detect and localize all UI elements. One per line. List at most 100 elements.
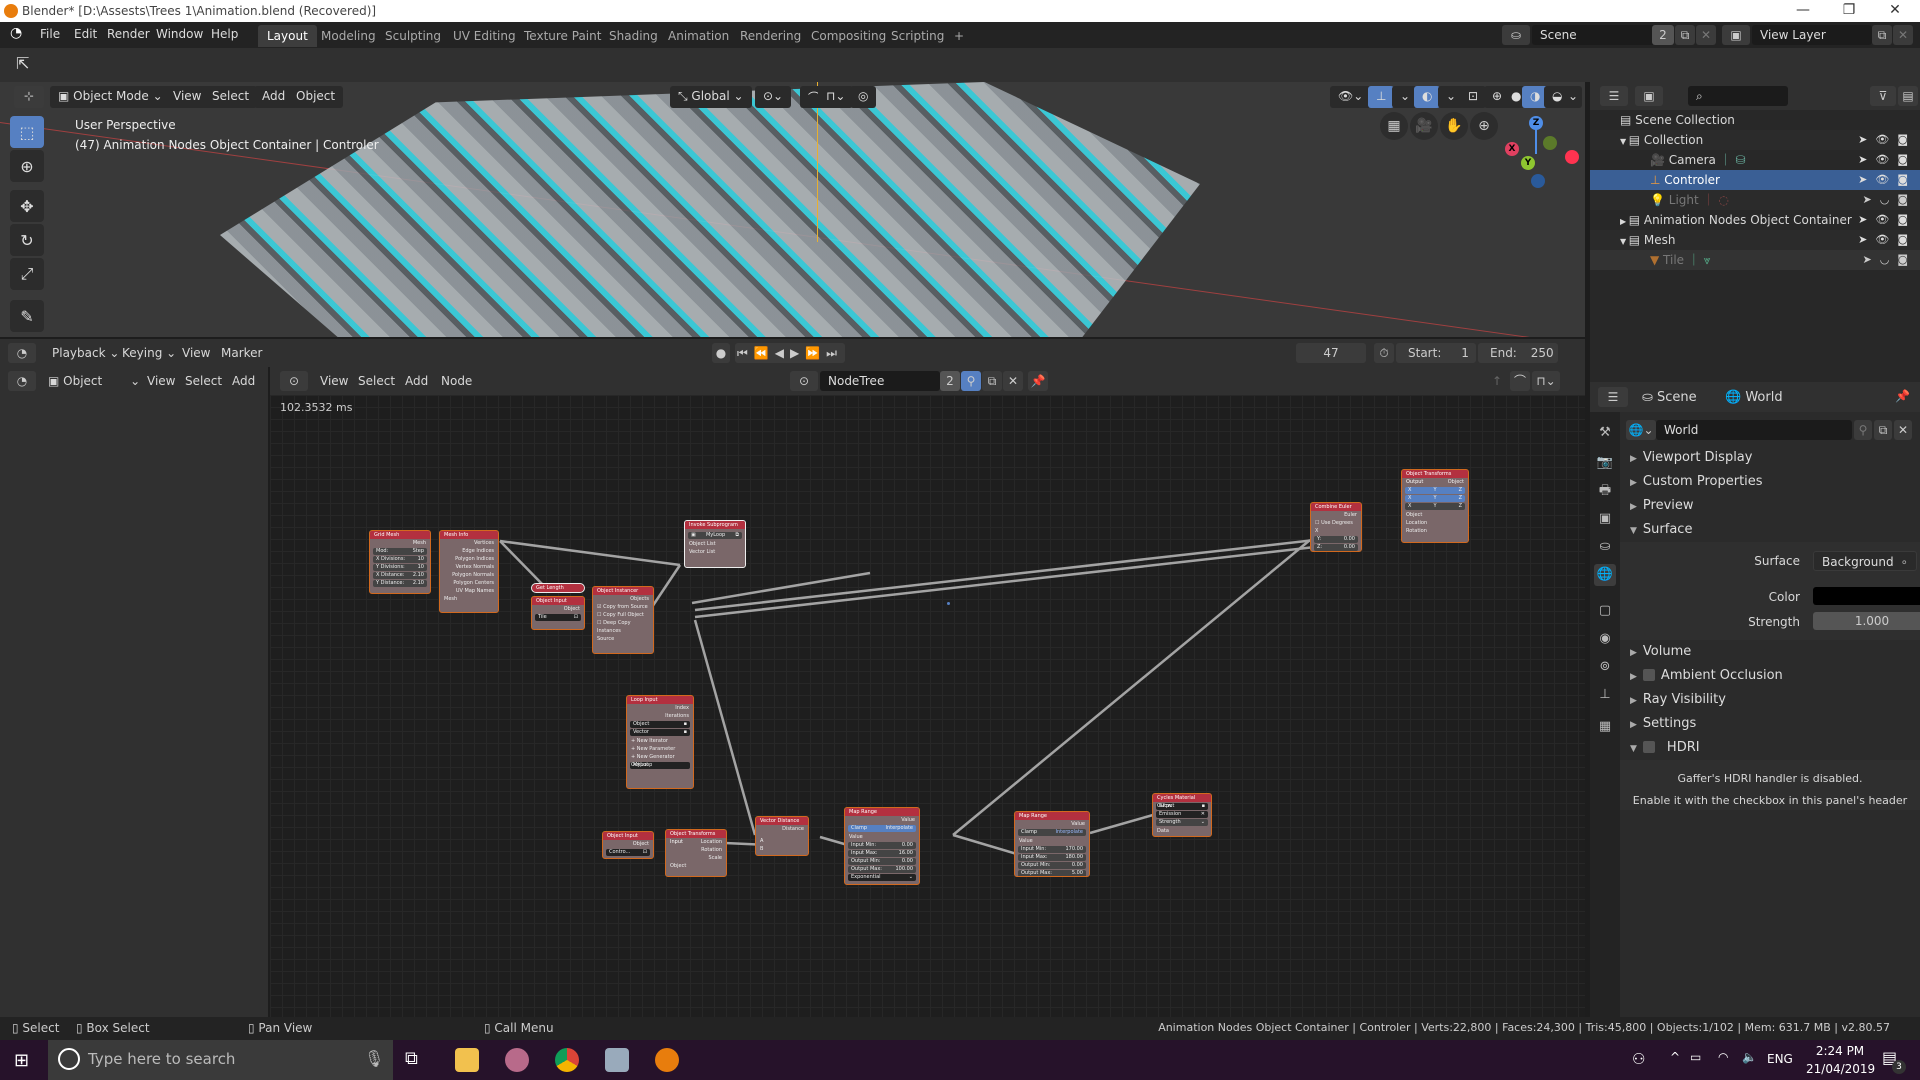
glow-material-field[interactable]: Glow ▪ [1156, 803, 1208, 810]
node-snap-icon[interactable]: ⌒ [1510, 371, 1530, 391]
language-indicator[interactable]: ENG [1767, 1052, 1793, 1066]
tab-layout[interactable]: Layout [258, 25, 317, 47]
outliner-row-mesh[interactable]: ▼ ▤ Mesh ➤👁◙ [1590, 230, 1920, 250]
end-frame-field[interactable]: End: 250 [1478, 343, 1558, 363]
gizmo-toggle[interactable]: ⊥ [1368, 86, 1395, 108]
node-snap-mode-dropdown[interactable]: ⊓⌄ [1532, 371, 1560, 391]
minimize-button[interactable]: — [1780, 2, 1826, 18]
section-ambient-occlusion[interactable]: ▶ Ambient Occlusion [1630, 668, 1783, 683]
visibility-icons[interactable]: ➤◡◙ [1863, 250, 1917, 270]
surface-shader-dropdown[interactable]: Background ∘ [1813, 551, 1917, 571]
tab-constraints-icon[interactable]: ⊚ [1594, 656, 1616, 678]
scene-selector-icon[interactable]: ⛀ [1502, 25, 1530, 45]
windows-start-icon[interactable]: ⊞ [14, 1050, 29, 1071]
node-field[interactable]: X Distance: 2.10 [373, 572, 427, 579]
euler-z-field[interactable]: Z: 0.00 [1314, 544, 1358, 551]
zoom-view-icon[interactable]: ⊕ [1470, 112, 1498, 140]
playback-controls[interactable]: ⏮⏪◀▶⏩⏭ [735, 343, 845, 363]
proportional-edit-toggle[interactable]: ◎ [850, 86, 877, 108]
node-object-input-tile[interactable]: Object Input Object Tile ⊡ [531, 596, 585, 630]
world-name-field[interactable]: World [1656, 420, 1852, 440]
visibility-icons[interactable]: ➤👁◙ [1858, 150, 1916, 170]
volume-icon[interactable]: 🔈 [1742, 1050, 1757, 1064]
outliner-row-controler[interactable]: ⊥ Controler ➤👁◙ [1590, 170, 1920, 190]
view-layer-icon[interactable]: ▣ [1722, 25, 1750, 45]
pin-context-icon[interactable]: 📌 [1895, 389, 1910, 403]
tab-uv-editing[interactable]: UV Editing [444, 25, 525, 47]
object-picker-field[interactable]: Tile ⊡ [535, 614, 581, 621]
outliner-row-collection[interactable]: ▼ ▤ Collection ➤👁◙ [1590, 130, 1920, 150]
node-field[interactable]: Y Divisions: 10 [373, 564, 427, 571]
section-ray-visibility[interactable]: ▶ Ray Visibility [1630, 692, 1726, 707]
menu-help[interactable]: Help [211, 27, 238, 41]
menu-edit[interactable]: Edit [74, 27, 97, 41]
node-object-transforms-input[interactable]: Object Transforms Input Location Rotatio… [665, 829, 727, 877]
section-preview[interactable]: ▶ Preview [1630, 498, 1694, 513]
secondary-menu-add[interactable]: Add [232, 374, 255, 388]
node-menu-view[interactable]: View [320, 374, 348, 388]
output-max-field[interactable]: Output Max: 5.00 [1018, 870, 1086, 876]
file-explorer-icon[interactable] [455, 1048, 479, 1072]
editor-type-icon[interactable]: ⊹ [14, 86, 44, 108]
people-icon[interactable]: ⚇ [1632, 1050, 1645, 1068]
loop-vector-param[interactable]: Vector ▪ [630, 729, 690, 736]
section-surface[interactable]: ▼ Surface [1630, 522, 1692, 537]
shading-dropdown[interactable]: ⌄ [1564, 86, 1583, 108]
tab-shading[interactable]: Shading [600, 25, 667, 47]
unlink-node-tree-icon[interactable]: ✕ [1003, 371, 1023, 391]
gizmo-neg-z[interactable] [1531, 174, 1545, 188]
menu-file[interactable]: File [40, 27, 60, 41]
move-tool-icon[interactable]: ✥ [10, 190, 44, 222]
chrome-icon[interactable] [555, 1048, 579, 1072]
node-menu-node[interactable]: Node [441, 374, 472, 388]
add-workspace-button[interactable]: + [945, 25, 973, 47]
outliner-row-tile[interactable]: ▼ Tile ｜ ⩔ ➤◡◙ [1590, 250, 1920, 270]
node-tree-name-field[interactable]: NodeTree [820, 371, 940, 391]
visibility-icons[interactable]: ➤👁◙ [1858, 210, 1916, 230]
output-min-field[interactable]: Output Min: 0.00 [1018, 862, 1086, 869]
camera-data-icon[interactable]: ｜ ⛁ [1716, 153, 1746, 167]
overlay-toggle[interactable]: ◐ [1414, 86, 1441, 108]
current-frame-field[interactable]: 47 [1296, 343, 1366, 363]
secondary-editor-panel[interactable]: ◔ ▣ Object ⌄ View Select Add [0, 367, 268, 1017]
light-data-icon[interactable]: ｜ ◌ [1699, 193, 1729, 207]
tab-animation[interactable]: Animation [659, 25, 738, 47]
copy-from-source-checkbox[interactable]: ☑ Copy from Source [593, 603, 653, 611]
filter-icon[interactable]: ⊽ [1870, 86, 1896, 106]
tab-texture-paint[interactable]: Texture Paint [515, 25, 610, 47]
input-max-field[interactable]: Input Max: 16.00 [848, 850, 916, 857]
section-viewport-display[interactable]: ▶ Viewport Display [1630, 450, 1752, 465]
color-swatch[interactable] [1813, 587, 1920, 605]
viewport-menu-view[interactable]: View [165, 86, 210, 108]
section-hdri[interactable]: ▼ HDRI [1630, 740, 1700, 755]
tab-scripting[interactable]: Scripting [882, 25, 953, 47]
tab-physics-icon[interactable]: ◉ [1594, 628, 1616, 650]
camera-view-icon[interactable]: 🎥 [1410, 112, 1438, 140]
3d-viewport[interactable]: ⊹ ▣ Object Mode ⌄ View Select Add Object… [0, 82, 1585, 337]
new-collection-icon[interactable]: ▤ [1898, 86, 1918, 106]
secondary-editor-type-icon[interactable]: ◔ [8, 371, 36, 391]
visibility-icons[interactable]: ➤👁◙ [1858, 230, 1916, 250]
secondary-menu-select[interactable]: Select [185, 374, 222, 388]
clock-date[interactable]: 21/04/2019 [1806, 1062, 1875, 1076]
secondary-menu-view[interactable]: View [147, 374, 175, 388]
node-editor-type-icon[interactable]: ⊙ [280, 371, 308, 391]
node-vector-distance[interactable]: Vector Distance Distance A B [755, 816, 809, 856]
use-degrees-checkbox[interactable]: ☐ Use Degrees [1311, 519, 1361, 527]
node-tree-users[interactable]: 2 [940, 371, 960, 391]
outliner-row-light[interactable]: 💡 Light ｜ ◌ ➤◡◙ [1590, 190, 1920, 210]
delete-scene-icon[interactable]: ✕ [1696, 25, 1716, 45]
input-min-field[interactable]: Input Min: 0.00 [848, 842, 916, 849]
tab-rendering[interactable]: Rendering [731, 25, 810, 47]
tab-world-icon[interactable]: 🌐 [1594, 564, 1616, 586]
task-view-icon[interactable]: ⧉ [405, 1048, 418, 1069]
scene-name-field[interactable]: Scene [1532, 25, 1662, 45]
cursor-tool-icon[interactable]: ⊕ [10, 150, 44, 182]
wifi-icon[interactable]: ◠ [1718, 1050, 1728, 1064]
maximize-button[interactable]: ❐ [1826, 2, 1872, 18]
object-mode-dropdown-2[interactable]: ▣ Object ⌄ [48, 374, 140, 388]
pan-view-icon[interactable]: ✋ [1440, 112, 1468, 140]
view-layer-field[interactable]: View Layer [1752, 25, 1872, 45]
tab-tool-icon[interactable]: ⚒ [1594, 422, 1616, 444]
delete-view-layer-icon[interactable]: ✕ [1893, 25, 1913, 45]
